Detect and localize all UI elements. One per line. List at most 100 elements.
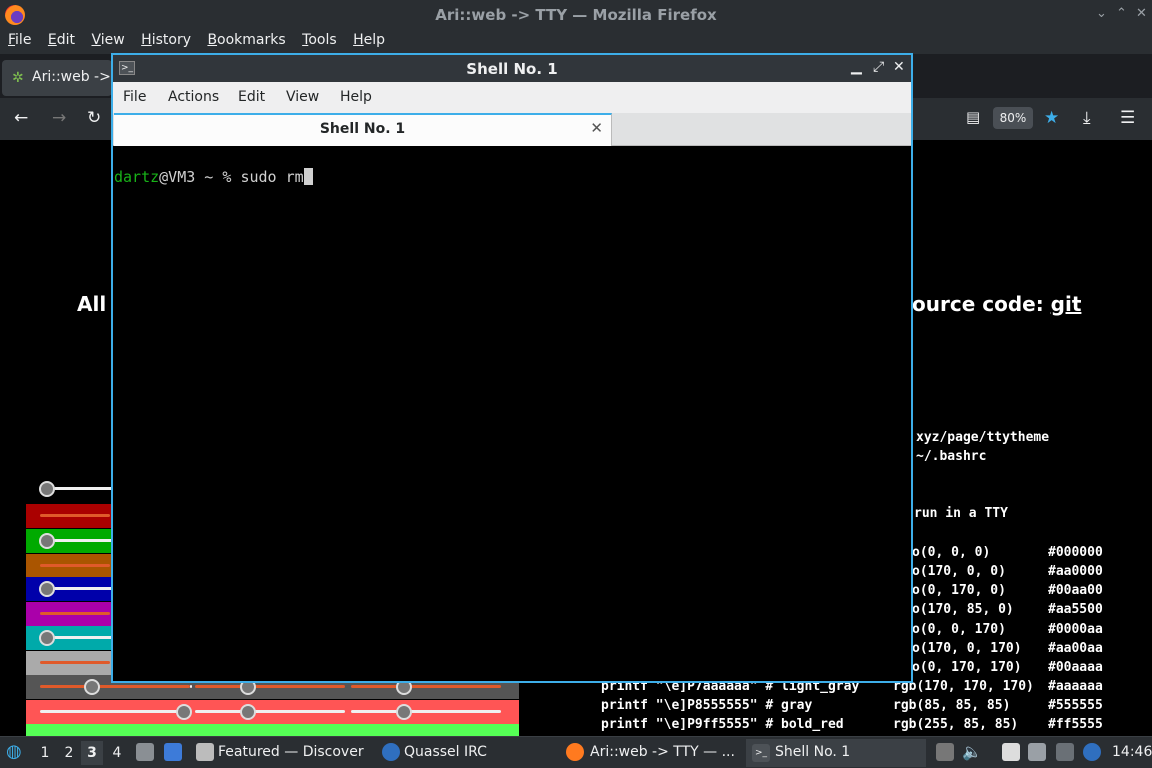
close-icon[interactable]: ✕ [1136,6,1147,21]
color-hex: #00aaaa [1048,660,1103,675]
slider-knob[interactable] [176,704,192,720]
konsole-window: >_ Shell No. 1 ▁ ⤢ ✕ File Actions Edit V… [111,53,913,683]
network-icon[interactable] [1028,743,1046,761]
menu-history[interactable]: History [141,30,191,48]
color-hex: #000000 [1048,545,1103,560]
slider-knob[interactable] [240,704,256,720]
color-rgb: o(170, 85, 0) [912,602,1014,617]
slider-knob[interactable] [39,533,55,549]
minimize-icon[interactable]: ▁ [851,59,862,75]
prompt-host: @VM3 ~ % [159,168,241,186]
close-tab-icon[interactable]: ✕ [590,119,603,137]
page-line-url: xyz/page/ttytheme [916,430,1050,445]
slider-knob[interactable] [39,630,55,646]
zoom-level-button[interactable]: 80% [993,107,1033,129]
desktop-4[interactable]: 4 [106,741,128,765]
clipboard-icon[interactable] [936,743,954,761]
task-quassel[interactable]: Quassel IRC [378,739,554,767]
slider-knob[interactable] [39,581,55,597]
prompt-user: dartz [114,168,160,186]
tab-ariweb[interactable]: ✲ Ari::web -> [2,60,112,96]
color-rgb: o(0, 0, 170) [912,622,1006,637]
menu-edit[interactable]: Edit [48,30,75,48]
color-hex: #00aa00 [1048,583,1103,598]
swatch-row-boldgreen [26,724,519,736]
menu-tools[interactable]: Tools [302,30,337,48]
konsole-window-title: Shell No. 1 [466,60,558,78]
color-rgb: o(0, 0, 0) [912,545,991,560]
color-rgb: o(170, 0, 170) [912,641,1022,656]
tab-shell-1[interactable]: Shell No. 1 ✕ [114,113,612,146]
forward-icon[interactable]: → [52,108,66,128]
desktop-1[interactable]: 1 [34,741,56,765]
konsole-menubar: File Actions Edit View Help [113,82,911,113]
maximize-icon[interactable]: ⤢ [873,59,884,75]
page-line-tty: run in a TTY [914,506,1008,521]
firefox-icon [566,743,584,761]
file-manager-icon[interactable] [136,743,154,761]
menu-help[interactable]: Help [353,30,385,48]
color-rgb: o(170, 0, 0) [912,564,1006,579]
show-desktop-icon[interactable] [164,743,182,761]
task-konsole[interactable]: >_ Shell No. 1 [746,739,926,767]
color-hex: #555555 [1048,698,1103,713]
tab-label: Ari::web -> [32,69,111,85]
terminal-prompt-line: dartz@VM3 ~ % sudo rm [114,168,313,186]
color-hex: #ff5555 [1048,717,1103,732]
color-hex: #aa0000 [1048,564,1103,579]
maximize-icon[interactable]: ⌃ [1116,6,1127,21]
source-code-label: ource code: [912,292,1051,316]
tab-label: Shell No. 1 [319,121,406,137]
menu-bookmarks[interactable]: Bookmarks [207,30,285,48]
terminal-icon: >_ [752,744,770,762]
app-launcher-icon[interactable]: ◍ [6,741,22,762]
downloads-icon[interactable]: ⤓ [1083,108,1091,128]
clock[interactable]: 14:46 [1112,744,1152,760]
konsole-tabbar: Shell No. 1 ✕ [113,113,911,146]
konsole-menu-help[interactable]: Help [340,89,372,105]
slider-knob[interactable] [84,679,100,695]
bookmark-star-icon[interactable]: ★ [1044,108,1059,128]
konsole-menu-file[interactable]: File [123,89,146,105]
desktop-2[interactable]: 2 [58,741,80,765]
color-rgb: o(0, 170, 0) [912,583,1006,598]
konsole-menu-edit[interactable]: Edit [238,89,265,105]
task-label: Shell No. 1 [775,744,851,760]
page-line-bashrc: ~/.bashrc [916,449,987,464]
page-heading-right: ource code: git [912,292,1081,316]
task-discover[interactable]: Featured — Discover [192,739,368,767]
git-link[interactable]: git [1051,292,1082,316]
color-rgb: o(0, 170, 170) [912,660,1022,675]
close-icon[interactable]: ✕ [893,59,905,75]
page-heading-left: All [77,292,107,316]
swatch-row-boldred [26,700,519,724]
color-rgb: rgb(85, 85, 85) [893,698,1011,713]
notes-icon[interactable] [1002,743,1020,761]
konsole-menu-actions[interactable]: Actions [168,89,219,105]
konsole-menu-view[interactable]: View [286,89,319,105]
reload-icon[interactable]: ↻ [87,108,101,128]
back-icon[interactable]: ← [14,108,28,128]
desktop-3[interactable]: 3 [81,741,103,765]
terminal-area[interactable]: dartz@VM3 ~ % sudo rm [113,146,911,681]
updates-icon[interactable] [1083,743,1101,761]
color-hex: #aaaaaa [1048,679,1103,694]
reader-view-icon[interactable]: ▤ [966,108,980,126]
menu-view[interactable]: View [91,30,124,48]
quassel-icon [382,743,400,761]
terminal-command: sudo rm [240,168,304,186]
slider-knob[interactable] [396,704,412,720]
minimize-icon[interactable]: ⌄ [1096,6,1107,21]
firefox-window-title: Ari::web -> TTY — Mozilla Firefox [435,6,717,24]
firefox-titlebar: Ari::web -> TTY — Mozilla Firefox ⌄ ⌃ ✕ [0,0,1152,30]
slider-knob[interactable] [39,481,55,497]
task-label: Quassel IRC [404,744,487,760]
device-icon[interactable] [1056,743,1074,761]
color-printf: printf "\e]P9ff5555" # bold_red [601,717,844,732]
task-firefox[interactable]: Ari::web -> TTY — ... [562,739,742,767]
menu-file[interactable]: File [8,30,31,48]
color-rgb: rgb(255, 85, 85) [893,717,1019,732]
task-label: Featured — Discover [218,744,364,760]
hamburger-menu-icon[interactable]: ☰ [1120,108,1135,128]
volume-icon[interactable]: 🔈 [962,742,982,761]
